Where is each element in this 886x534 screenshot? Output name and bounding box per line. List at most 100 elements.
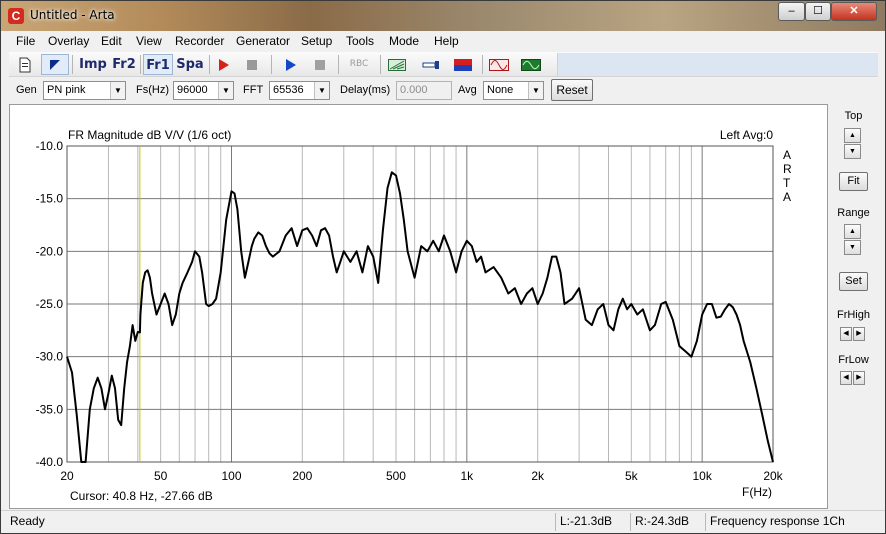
x-tick-label: 20k [763, 469, 783, 483]
frhigh-label: FrHigh [836, 309, 870, 321]
y-tick-label: -40.0 [36, 455, 64, 469]
status-left-level: L:-21.3dB [555, 513, 628, 531]
sample-rate-select[interactable]: 96000 ▼ [173, 81, 234, 100]
y-tick-label: -20.0 [36, 244, 64, 258]
menu-setup[interactable]: Setup [301, 34, 332, 48]
frhigh-left-button[interactable]: ◀ [840, 327, 852, 341]
frhigh-right-button[interactable]: ▶ [853, 327, 865, 341]
imp-button[interactable]: Imp [78, 54, 108, 75]
frlow-label: FrLow [838, 354, 869, 366]
delay-label: Delay(ms) [340, 84, 391, 96]
fr1-button[interactable]: Fr1 [143, 54, 173, 75]
range-label: Range [837, 207, 870, 219]
stop-gray-icon[interactable] [310, 54, 330, 75]
record-red-icon[interactable] [214, 54, 234, 75]
probe-icon[interactable] [419, 54, 443, 75]
menu-edit[interactable]: Edit [101, 34, 122, 48]
status-bar: Ready L:-21.3dB R:-24.3dB Frequency resp… [1, 510, 885, 533]
x-tick-label: 500 [386, 469, 406, 483]
avg-select-value: None [487, 84, 514, 96]
x-tick-label: 10k [692, 469, 712, 483]
chevron-down-icon[interactable]: ▼ [218, 82, 233, 99]
watermark-letter: R [783, 162, 792, 176]
right-control-panel: Top ▲ ▼ Fit Range ▲ ▼ Set FrHigh ◀ ▶ FrL… [829, 104, 878, 509]
plot-area[interactable]: 20 50 100 200 500 1k 2k 5k 10k 20k -10.0 -15.0 -20.0… [9, 104, 828, 509]
scope-icon[interactable] [519, 54, 543, 75]
menu-view[interactable]: View [136, 34, 162, 48]
channel-info: Left Avg:0 [720, 128, 773, 142]
frlow-spinner[interactable]: ◀ ▶ [840, 371, 866, 385]
fft-size-select[interactable]: 65536 ▼ [269, 81, 330, 100]
x-tick-label: 200 [292, 469, 312, 483]
spa-button[interactable]: Spa [176, 54, 204, 75]
sample-rate-value: 96000 [177, 84, 208, 96]
edit-cursor-icon[interactable] [41, 54, 69, 75]
avg-select[interactable]: None ▼ [483, 81, 544, 100]
menu-help[interactable]: Help [434, 34, 459, 48]
x-tick-label: 20 [60, 469, 74, 483]
menu-tools[interactable]: Tools [346, 34, 374, 48]
toolbar-empty-area [557, 53, 878, 76]
x-tick-label: 100 [221, 469, 241, 483]
x-tick-label: 50 [154, 469, 168, 483]
x-tick-label: 2k [531, 469, 545, 483]
app-window: C Untitled - Arta – ☐ ✕ File Overlay Edi… [0, 0, 886, 534]
signal-sine-icon[interactable] [487, 54, 511, 75]
minimize-button[interactable]: – [778, 2, 805, 21]
watermark-letter: A [783, 148, 791, 162]
frlow-right-button[interactable]: ▶ [853, 371, 865, 385]
chevron-down-icon[interactable]: ▼ [110, 82, 125, 99]
chevron-down-icon[interactable]: ▼ [528, 82, 543, 99]
status-ready: Ready [10, 514, 45, 528]
status-mode: Frequency response 1Ch [705, 513, 865, 531]
frlow-left-button[interactable]: ◀ [840, 371, 852, 385]
avg-label: Avg [458, 84, 477, 96]
set-button[interactable]: Set [839, 272, 868, 291]
frhigh-spinner[interactable]: ◀ ▶ [840, 327, 866, 341]
menu-recorder[interactable]: Recorder [175, 34, 224, 48]
fit-button[interactable]: Fit [839, 172, 868, 191]
y-tick-label: -30.0 [36, 350, 64, 364]
reset-button[interactable]: Reset [551, 79, 593, 101]
rbc-icon[interactable]: RBC [344, 54, 374, 75]
play-blue-icon[interactable] [281, 54, 301, 75]
x-axis-label: F(Hz) [742, 485, 772, 499]
control-bar: Gen PN pink ▼ Fs(Hz) 96000 ▼ FFT 65536 ▼… [9, 78, 878, 103]
level-meter-icon[interactable] [451, 54, 475, 75]
menu-bar: File Overlay Edit View Recorder Generato… [9, 31, 878, 51]
maximize-button[interactable]: ☐ [805, 2, 831, 21]
chart-title: FR Magnitude dB V/V (1/6 oct) [68, 128, 231, 142]
menu-generator[interactable]: Generator [236, 34, 290, 48]
menu-overlay[interactable]: Overlay [48, 34, 89, 48]
status-right-level: R:-24.3dB [630, 513, 703, 531]
toolbar: Imp Fr2 Fr1 Spa RBC [9, 52, 878, 77]
x-tick-label: 5k [625, 469, 639, 483]
gen-label: Gen [16, 84, 37, 96]
arta-app-icon[interactable]: C [8, 8, 24, 24]
watermark-letter: A [783, 190, 791, 204]
stop-icon[interactable] [242, 54, 262, 75]
generator-select[interactable]: PN pink ▼ [43, 81, 126, 100]
title-bar[interactable]: C Untitled - Arta – ☐ ✕ [1, 1, 885, 31]
calibrate-icon[interactable] [385, 54, 409, 75]
range-down-button[interactable]: ▼ [844, 240, 861, 255]
delay-field: 0.000 [396, 81, 452, 100]
top-label: Top [844, 110, 863, 122]
frequency-response-chart[interactable]: 20 50 100 200 500 1k 2k 5k 10k 20k -10.0 -15.0 -20.0… [10, 105, 827, 508]
fft-size-value: 65536 [273, 84, 304, 96]
chart-background [10, 105, 827, 508]
top-down-button[interactable]: ▼ [844, 144, 861, 159]
close-button[interactable]: ✕ [831, 2, 877, 21]
menu-mode[interactable]: Mode [389, 34, 419, 48]
chevron-down-icon[interactable]: ▼ [314, 82, 329, 99]
top-up-button[interactable]: ▲ [844, 128, 861, 143]
range-up-button[interactable]: ▲ [844, 224, 861, 239]
fr2-button[interactable]: Fr2 [111, 54, 137, 75]
y-tick-label: -10.0 [36, 139, 64, 153]
menu-file[interactable]: File [16, 34, 35, 48]
fs-label: Fs(Hz) [136, 84, 169, 96]
new-document-icon[interactable] [14, 54, 36, 75]
y-tick-label: -25.0 [36, 297, 64, 311]
cursor-readout: Cursor: 40.8 Hz, -27.66 dB [70, 489, 213, 503]
x-tick-label: 1k [460, 469, 474, 483]
